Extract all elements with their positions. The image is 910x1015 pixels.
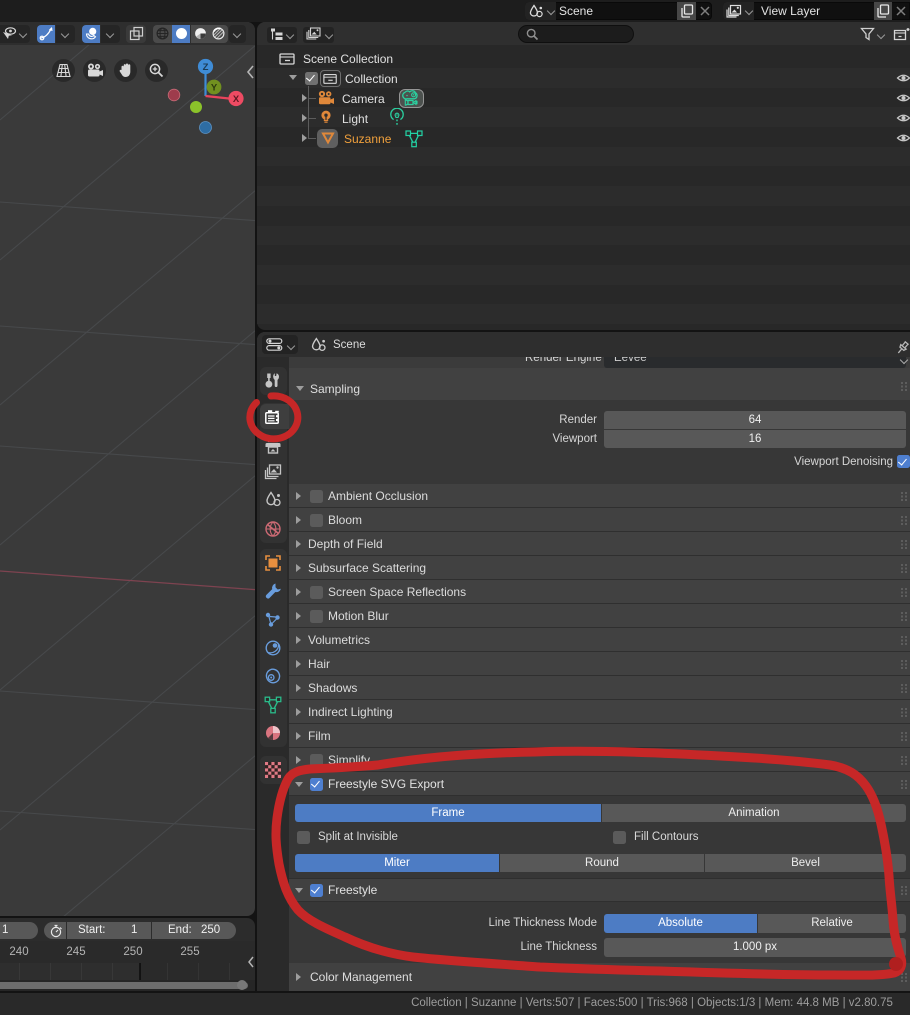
svg-text:Z: Z (203, 62, 209, 73)
svg-text:X: X (233, 94, 240, 105)
svg-text:Y: Y (211, 83, 218, 94)
